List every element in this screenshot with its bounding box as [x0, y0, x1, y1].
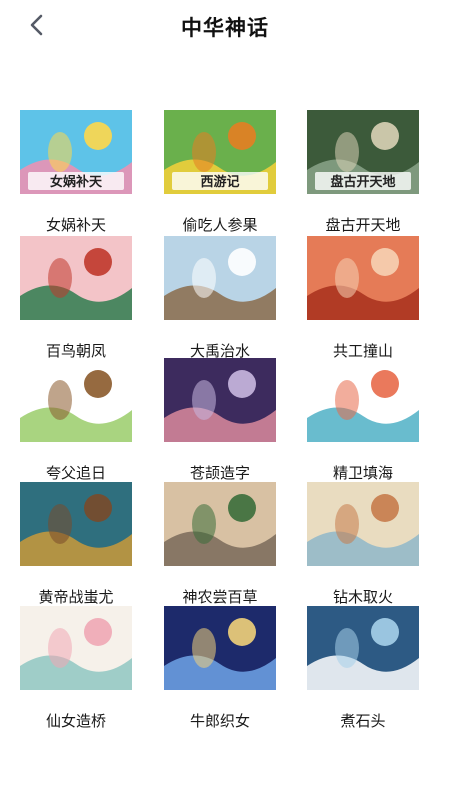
- story-label: 煮石头: [340, 712, 386, 730]
- story-thumbnail: [164, 236, 276, 320]
- story-thumbnail: [164, 606, 276, 690]
- story-thumbnail: [20, 358, 132, 442]
- story-thumbnail: [307, 482, 419, 566]
- story-card[interactable]: 西游记 偷吃人参果: [164, 110, 276, 234]
- story-thumbnail: [20, 606, 132, 690]
- story-thumbnail: 盘古开天地: [307, 110, 419, 194]
- story-thumbnail: 女娲补天: [20, 110, 132, 194]
- story-label: 牛郎织女: [189, 712, 250, 730]
- story-label: 偷吃人参果: [182, 216, 258, 234]
- story-label: 女娲补天: [45, 216, 106, 234]
- story-thumbnail: [164, 482, 276, 566]
- story-card[interactable]: 大禹治水: [164, 236, 276, 360]
- story-label: 钻木取火: [332, 588, 393, 606]
- story-thumbnail: [307, 236, 419, 320]
- story-card[interactable]: 仙女造桥: [20, 606, 132, 730]
- story-label: 仙女造桥: [45, 712, 106, 730]
- story-thumbnail: 西游记: [164, 110, 276, 194]
- story-card[interactable]: 煮石头: [307, 606, 419, 730]
- story-card[interactable]: 黄帝战蚩尤: [20, 482, 132, 606]
- story-card[interactable]: 共工撞山: [307, 236, 419, 360]
- story-card[interactable]: 牛郎织女: [164, 606, 276, 730]
- story-card[interactable]: 钻木取火: [307, 482, 419, 606]
- story-card[interactable]: 女娲补天 女娲补天: [20, 110, 132, 234]
- thumbnail-caption: 盘古开天地: [330, 174, 395, 190]
- story-label: 黄帝战蚩尤: [38, 588, 114, 606]
- story-label: 苍颉造字: [189, 464, 250, 482]
- story-thumbnail: [307, 358, 419, 442]
- story-thumbnail: [20, 482, 132, 566]
- story-card[interactable]: 夸父追日: [20, 358, 132, 482]
- story-thumbnail: [307, 606, 419, 690]
- story-thumbnail: [20, 236, 132, 320]
- story-label: 盘古开天地: [325, 216, 401, 234]
- story-card[interactable]: 神农尝百草: [164, 482, 276, 606]
- story-grid: 女娲补天 女娲补天 西游记 偷吃人参果 盘古开天地 盘古开天地 百鸟朝凤 大禹治水 共工撞山 夸父…: [0, 0, 450, 800]
- story-label: 夸父追日: [45, 464, 106, 482]
- story-card[interactable]: 精卫填海: [307, 358, 419, 482]
- thumbnail-caption: 女娲补天: [50, 174, 103, 190]
- story-card[interactable]: 百鸟朝凤: [20, 236, 132, 360]
- story-card[interactable]: 盘古开天地 盘古开天地: [307, 110, 419, 234]
- story-label: 精卫填海: [332, 464, 393, 482]
- story-card[interactable]: 苍颉造字: [164, 358, 276, 482]
- thumbnail-caption: 西游记: [200, 174, 239, 190]
- story-thumbnail: [164, 358, 276, 442]
- story-label: 神农尝百草: [182, 588, 258, 606]
